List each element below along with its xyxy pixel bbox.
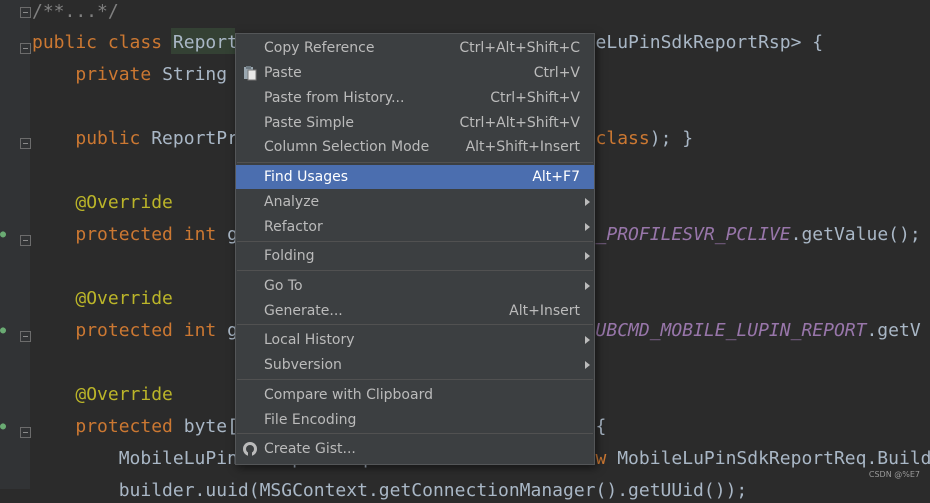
code-token: .getV xyxy=(866,320,921,341)
menu-item-shortcut: Ctrl+Alt+Shift+V xyxy=(459,115,580,131)
menu-item-label: Analyze xyxy=(264,194,320,210)
fold-toggle-icon[interactable] xyxy=(20,331,31,342)
fold-toggle-icon[interactable] xyxy=(20,43,31,54)
menu-item-paste[interactable]: Paste Ctrl+V xyxy=(236,61,594,85)
code-token: Report xyxy=(172,32,238,53)
code-line[interactable]: private String xyxy=(32,63,238,87)
menu-item-shortcut: Alt+Insert xyxy=(509,303,580,319)
code-line[interactable]: @Override xyxy=(32,287,173,311)
code-line[interactable]: @Override xyxy=(32,191,173,215)
code-token: protected int xyxy=(75,224,228,245)
menu-item-label: Generate... xyxy=(264,303,343,319)
code-token: @Override xyxy=(75,288,173,309)
menu-item-label: Find Usages xyxy=(264,169,349,185)
menu-item-label: Compare with Clipboard xyxy=(264,387,433,403)
menu-separator xyxy=(237,270,593,271)
github-icon xyxy=(242,441,258,457)
menu-item-generate[interactable]: Generate... Alt+Insert xyxy=(236,299,594,323)
code-token: ReportPr xyxy=(151,128,238,149)
code-token: protected xyxy=(75,416,184,437)
menu-item-column-selection-mode[interactable]: Column Selection Mode Alt+Shift+Insert xyxy=(236,135,594,159)
code-token: protected int xyxy=(75,320,228,341)
code-token: SUBCMD_MOBILE_LUPIN_REPORT xyxy=(584,320,867,341)
menu-item-compare-with-clipboard[interactable]: Compare with Clipboard xyxy=(236,383,594,407)
code-line[interactable]: builder.uuid(MSGContext.getConnectionMan… xyxy=(32,479,748,503)
code-token: public xyxy=(75,128,152,149)
override-marker-icon[interactable]: ● xyxy=(0,325,12,337)
menu-item-subversion[interactable]: Subversion xyxy=(236,353,594,377)
menu-item-paste-simple[interactable]: Paste Simple Ctrl+Alt+Shift+V xyxy=(236,111,594,135)
menu-item-find-usages[interactable]: Find Usages Alt+F7 xyxy=(236,165,594,189)
menu-item-shortcut: Alt+F7 xyxy=(532,169,580,185)
menu-item-create-gist[interactable]: Create Gist... xyxy=(236,437,594,461)
submenu-arrow-icon xyxy=(585,252,590,260)
menu-item-shortcut: Alt+Shift+Insert xyxy=(465,139,580,155)
code-token: public class xyxy=(32,32,173,53)
menu-item-paste-from-history[interactable]: Paste from History... Ctrl+Shift+V xyxy=(236,86,594,110)
menu-separator xyxy=(237,433,593,434)
menu-item-label: File Encoding xyxy=(264,412,357,428)
submenu-arrow-icon xyxy=(585,282,590,290)
code-line[interactable]: @Override xyxy=(32,383,173,407)
menu-item-label: Copy Reference xyxy=(264,40,375,56)
menu-item-label: Paste from History... xyxy=(264,90,405,106)
menu-item-shortcut: Ctrl+Shift+V xyxy=(490,90,580,106)
menu-item-copy-reference[interactable]: Copy Reference Ctrl+Alt+Shift+C xyxy=(236,36,594,60)
menu-item-label: Refactor xyxy=(264,219,323,235)
menu-item-go-to[interactable]: Go To xyxy=(236,274,594,298)
menu-item-label: Paste Simple xyxy=(264,115,355,131)
paste-icon xyxy=(242,65,258,81)
submenu-arrow-icon xyxy=(585,336,590,344)
watermark: CSDN @%E7 xyxy=(868,470,920,479)
context-menu: Copy Reference Ctrl+Alt+Shift+C Paste Ctrl+… xyxy=(235,33,595,465)
menu-item-analyze[interactable]: Analyze xyxy=(236,190,594,214)
menu-item-local-history[interactable]: Local History xyxy=(236,328,594,352)
fold-toggle-icon[interactable] xyxy=(20,138,31,149)
menu-separator xyxy=(237,324,593,325)
menu-item-label: Column Selection Mode xyxy=(264,139,430,155)
fold-toggle-icon[interactable] xyxy=(20,7,31,18)
menu-separator xyxy=(237,162,593,163)
code-token: /**...*/ xyxy=(32,1,119,22)
submenu-arrow-icon xyxy=(585,223,590,231)
code-token: MobileLuPinSdkReportReq.Builde xyxy=(617,448,930,469)
menu-item-label: Subversion xyxy=(264,357,342,373)
menu-item-label: Folding xyxy=(264,248,315,264)
menu-item-shortcut: Ctrl+Alt+Shift+C xyxy=(459,40,580,56)
menu-item-label: Go To xyxy=(264,278,303,294)
menu-item-label: Local History xyxy=(264,332,355,348)
code-token: @Override xyxy=(75,192,173,213)
menu-separator xyxy=(237,241,593,242)
code-token: class xyxy=(595,128,650,149)
menu-item-shortcut: Ctrl+V xyxy=(533,65,580,81)
code-token: String xyxy=(162,64,238,85)
code-token: private xyxy=(75,64,163,85)
code-token: builder.uuid(MSGContext.getConnectionMan… xyxy=(32,480,748,501)
code-token: ); } xyxy=(649,128,694,149)
code-token: MD_PROFILESVR_PCLIVE xyxy=(573,224,791,245)
menu-separator xyxy=(237,379,593,380)
override-marker-icon[interactable]: ● xyxy=(0,421,12,433)
submenu-arrow-icon xyxy=(585,361,590,369)
code-token: .getValue(); xyxy=(790,224,921,245)
code-line[interactable]: /**...*/ xyxy=(32,0,119,24)
menu-item-folding[interactable]: Folding xyxy=(236,244,594,268)
menu-item-file-encoding[interactable]: File Encoding xyxy=(236,408,594,432)
override-marker-icon[interactable]: ● xyxy=(0,229,12,241)
submenu-arrow-icon xyxy=(585,198,590,206)
menu-item-refactor[interactable]: Refactor xyxy=(236,215,594,239)
fold-toggle-icon[interactable] xyxy=(20,427,31,438)
menu-item-label: Paste xyxy=(264,65,302,81)
menu-item-label: Create Gist... xyxy=(264,441,356,457)
fold-toggle-icon[interactable] xyxy=(20,235,31,246)
code-token: @Override xyxy=(75,384,173,405)
